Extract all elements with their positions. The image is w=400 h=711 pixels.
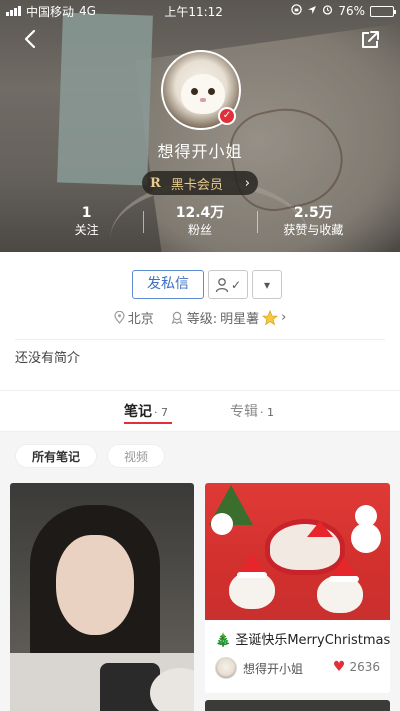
stat-value: 12.4万 xyxy=(175,205,225,221)
avatar-eye xyxy=(208,88,215,95)
avatar-nose xyxy=(200,98,206,102)
note-card-photo[interactable] xyxy=(10,483,194,711)
heart-icon: ♥ xyxy=(332,659,346,675)
profile-info-panel: 发私信 ✓ ▾ 北京 等级: 明星薯 › 还没有简介 xyxy=(0,252,400,390)
lock-rotation-icon xyxy=(291,4,303,18)
profile-meta: 北京 等级: 明星薯 › xyxy=(0,308,400,327)
note-like-button[interactable]: ♥ 2636 xyxy=(333,660,380,674)
santa-hat xyxy=(331,557,357,577)
back-button[interactable] xyxy=(20,28,44,52)
stat-value: 2.5万 xyxy=(293,205,333,221)
tab-notes[interactable]: 笔记 · 7 xyxy=(124,401,168,421)
vip-label: 黑卡会员 xyxy=(170,177,223,193)
stat-followers[interactable]: 12.4万 粉丝 xyxy=(143,205,256,239)
send-message-button[interactable]: 发私信 xyxy=(132,270,204,299)
note-cover-image xyxy=(205,483,390,620)
profile-bio: 还没有简介 xyxy=(15,351,81,366)
battery-icon xyxy=(370,5,396,17)
network-label: 4G xyxy=(79,4,96,18)
santa-hat xyxy=(239,553,265,573)
active-tab-indicator xyxy=(124,422,172,424)
location: 北京 xyxy=(114,308,154,327)
status-right: 76% xyxy=(291,4,396,18)
location-arrow-icon xyxy=(307,4,317,18)
level-badge-icon xyxy=(171,311,183,324)
note-filters: 所有笔记 视频 xyxy=(15,444,166,468)
clock: 上午11:12 xyxy=(164,4,223,19)
check-icon: ✓ xyxy=(230,277,242,292)
stat-likes-collections[interactable]: 2.5万 获赞与收藏 xyxy=(256,205,370,239)
filter-videos[interactable]: 视频 xyxy=(107,444,166,468)
user-icon xyxy=(215,277,229,292)
snowman-head xyxy=(211,513,233,535)
status-left: 中国移动 4G xyxy=(6,3,96,20)
following-button[interactable]: ✓ xyxy=(208,270,248,299)
note-author[interactable]: 想得开小姐 xyxy=(215,657,303,679)
share-button[interactable] xyxy=(360,30,380,50)
note-title-text: 圣诞快乐MerryChristmas xyxy=(235,633,390,648)
level-name: 明星薯 xyxy=(220,312,260,327)
note-title: 🎄 圣诞快乐MerryChristmas xyxy=(215,629,390,648)
stat-value: 1 xyxy=(81,205,92,221)
star-icon xyxy=(262,309,279,325)
tab-label: 笔记 xyxy=(124,404,152,420)
note-card[interactable]: 🎄 圣诞快乐MerryChristmas 想得开小姐 ♥ 2636 xyxy=(205,483,390,693)
content-tabs: 笔记 · 7 专辑 · 1 xyxy=(0,390,400,432)
chevron-right-icon: › xyxy=(281,310,287,325)
carrier-label: 中国移动 xyxy=(26,4,75,19)
tab-count: · 1 xyxy=(260,406,274,419)
caret-down-icon: ▾ xyxy=(263,277,271,292)
christmas-tree-icon: 🎄 xyxy=(215,633,232,648)
note-card-partial[interactable] xyxy=(205,700,390,711)
chevron-right-icon: › xyxy=(244,175,250,191)
tab-albums[interactable]: 专辑 · 1 xyxy=(230,401,274,421)
tab-count: · 7 xyxy=(154,406,168,419)
stat-label: 粉丝 xyxy=(187,223,212,237)
snowman-body xyxy=(351,523,381,553)
profile-actions: 发私信 ✓ ▾ xyxy=(132,270,282,299)
signal-icon xyxy=(6,6,21,16)
avatar-cat-face xyxy=(181,74,225,114)
battery-percent: 76% xyxy=(338,4,365,18)
stat-label: 关注 xyxy=(74,223,99,237)
divider xyxy=(15,339,385,340)
photo-face xyxy=(56,535,134,635)
level-prefix: 等级: xyxy=(186,312,218,327)
santa-hat-brim xyxy=(237,572,267,578)
stat-label: 获赞与收藏 xyxy=(283,223,344,237)
filter-all-notes[interactable]: 所有笔记 xyxy=(15,444,98,468)
status-bar: 中国移动 4G 上午11:12 76% xyxy=(0,0,400,22)
user-level[interactable]: 等级: 明星薯 › xyxy=(170,308,287,327)
stat-following[interactable]: 1 关注 xyxy=(30,205,143,239)
avatar-eye xyxy=(191,88,198,95)
alarm-icon xyxy=(322,4,333,18)
vip-badge[interactable]: R 黑卡会员 › xyxy=(142,171,258,195)
location-label: 北京 xyxy=(127,312,154,327)
verified-badge-icon: ✓ xyxy=(218,107,236,125)
author-avatar xyxy=(215,657,237,679)
profile-stats: 1 关注 12.4万 粉丝 2.5万 获赞与收藏 xyxy=(30,205,370,239)
santa-hat-brim xyxy=(329,576,359,582)
tab-label: 专辑 xyxy=(230,404,258,420)
like-count: 2636 xyxy=(349,660,380,674)
profile-username: 想得开小姐 xyxy=(157,142,243,161)
vip-logo-icon: R xyxy=(150,175,161,191)
more-options-button[interactable]: ▾ xyxy=(252,270,282,299)
author-name: 想得开小姐 xyxy=(243,661,304,676)
back-arrow-icon xyxy=(24,29,36,49)
santa-hat xyxy=(307,521,333,537)
share-icon xyxy=(362,31,379,48)
location-pin-icon xyxy=(114,311,125,324)
